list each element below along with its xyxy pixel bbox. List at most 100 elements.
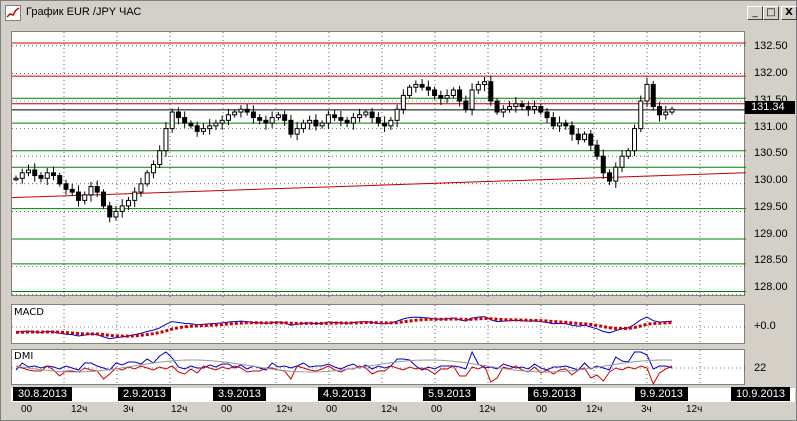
candle-body xyxy=(482,81,488,85)
candle-body xyxy=(119,205,125,212)
candle-body xyxy=(125,199,131,207)
candle-body xyxy=(63,183,69,190)
candle-body xyxy=(57,175,63,185)
candle-body xyxy=(607,172,613,182)
candle-body xyxy=(75,191,81,201)
candle-body xyxy=(619,155,625,168)
date-tag: 6.9.2013 xyxy=(528,387,581,401)
candle-body xyxy=(144,172,150,185)
candle-body xyxy=(213,122,219,127)
candle-body xyxy=(413,83,419,88)
price-tick-128-00: 128.00 xyxy=(754,281,788,293)
candle-body xyxy=(582,133,588,141)
candle-body xyxy=(19,172,25,179)
price-tick-128-50: 128.50 xyxy=(754,254,788,266)
candle-body xyxy=(107,205,113,218)
macd-line xyxy=(15,316,673,340)
hour-tick: 00 xyxy=(221,404,233,415)
candle-body xyxy=(207,125,213,130)
candle-body xyxy=(169,111,175,130)
macd-chart xyxy=(12,305,746,345)
macd-panel[interactable] xyxy=(11,304,746,345)
candle-body xyxy=(269,117,275,124)
hour-tick: 3ч xyxy=(641,404,652,415)
candle-body xyxy=(69,188,75,193)
candle-body xyxy=(32,169,38,177)
candle-body xyxy=(94,186,100,193)
candle-body xyxy=(525,106,531,110)
candle-body xyxy=(225,114,231,121)
candle-body xyxy=(569,125,575,135)
hour-tick: 00 xyxy=(536,404,548,415)
candle-body xyxy=(432,89,438,96)
candle-body xyxy=(369,111,375,119)
maximize-button[interactable]: □ xyxy=(763,6,779,20)
hour-tick: 12ч xyxy=(686,404,703,415)
chart-window: График EUR /JPY ЧАС _ □ X 132.50 132.00 … xyxy=(0,0,797,421)
candle-body xyxy=(375,117,381,124)
candle-body xyxy=(319,122,325,127)
candle-body xyxy=(363,111,369,116)
date-tag: 5.9.2013 xyxy=(423,387,476,401)
candle-body xyxy=(507,106,513,110)
hour-tick: 12ч xyxy=(586,404,603,415)
date-tag: 30.8.2013 xyxy=(13,387,72,401)
candle-body xyxy=(325,114,331,124)
candle-body xyxy=(450,89,456,96)
candle-body xyxy=(13,177,19,181)
date-tag: 9.9.2013 xyxy=(635,387,688,401)
price-tick-132-50: 132.50 xyxy=(754,40,788,52)
candle-body xyxy=(294,128,300,135)
candle-body xyxy=(632,128,638,152)
candle-body xyxy=(425,86,431,91)
candle-body xyxy=(300,122,306,130)
price-chart-panel[interactable] xyxy=(11,31,746,297)
candle-body xyxy=(625,150,631,157)
candle-body xyxy=(288,119,294,135)
dmi-plus-line xyxy=(15,350,673,371)
hour-tick: 3ч xyxy=(123,404,134,415)
hour-tick: 00 xyxy=(431,404,443,415)
candle-body xyxy=(644,83,650,102)
candle-body xyxy=(463,100,469,110)
candle-body xyxy=(438,94,444,99)
candle-body xyxy=(275,114,281,119)
candle-body xyxy=(494,100,500,113)
candle-body xyxy=(532,106,538,110)
close-button[interactable]: X xyxy=(781,6,797,20)
price-tick-130-50: 130.50 xyxy=(754,147,788,159)
candle-body xyxy=(44,172,50,179)
minimize-button[interactable]: _ xyxy=(747,6,763,20)
trend-line xyxy=(12,172,746,199)
chart-app-icon xyxy=(5,5,21,21)
date-tag: 3.9.2013 xyxy=(213,387,266,401)
candle-body xyxy=(350,117,356,124)
candle-body xyxy=(400,94,406,110)
candle-body xyxy=(457,89,463,102)
candle-body xyxy=(263,119,269,124)
candle-body xyxy=(194,125,200,132)
candle-body xyxy=(113,210,119,218)
dmi-label: DMI xyxy=(14,351,34,362)
date-tag: 10.9.2013 xyxy=(731,387,790,401)
window-title: График EUR /JPY ЧАС xyxy=(26,6,142,18)
current-price-badge: 131.34 xyxy=(745,101,795,114)
candle-body xyxy=(238,108,244,113)
candle-body xyxy=(575,133,581,141)
candle-body xyxy=(519,103,525,108)
candle-body xyxy=(88,186,94,196)
candle-body xyxy=(475,83,481,91)
dmi-panel[interactable] xyxy=(11,349,746,386)
hour-tick: 12ч xyxy=(479,404,496,415)
candle-body xyxy=(663,111,669,116)
candle-body xyxy=(250,111,256,119)
hour-tick: 00 xyxy=(326,404,338,415)
candle-body xyxy=(219,119,225,124)
candle-body xyxy=(25,169,31,174)
price-tick-130-00: 130.00 xyxy=(754,174,788,186)
candle-body xyxy=(650,83,656,108)
title-bar[interactable]: График EUR /JPY ЧАС _ □ X xyxy=(2,2,797,24)
candle-body xyxy=(38,175,44,179)
price-tick-131-00: 131.00 xyxy=(754,121,788,133)
candle-body xyxy=(313,119,319,127)
